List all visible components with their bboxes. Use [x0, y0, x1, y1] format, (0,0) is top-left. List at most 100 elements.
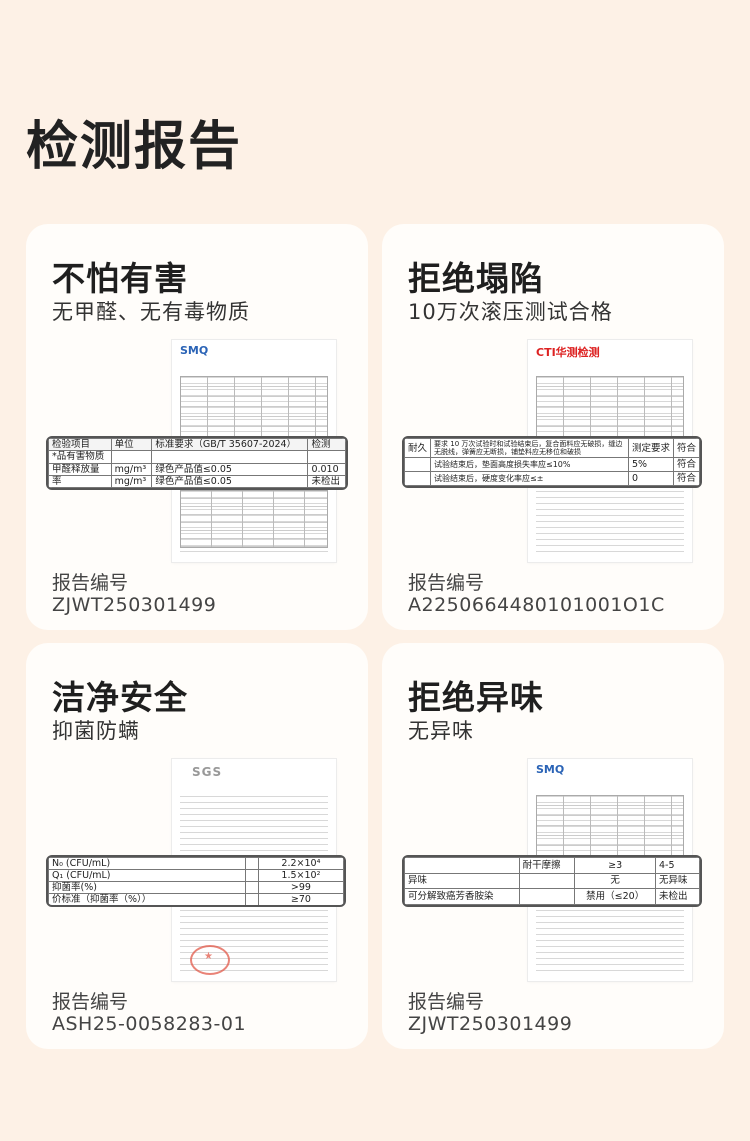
- table-row: 耐干摩擦 ≥3 4-5: [404, 857, 700, 874]
- table-cell: 符合: [672, 457, 700, 473]
- table-cell: 试验结束后，硬度变化率应≤±: [430, 471, 629, 486]
- document-table: [536, 376, 684, 438]
- table-row: 可分解致癌芳香胺染 禁用（≤20） 未检出: [404, 888, 700, 905]
- report-logo: SMQ: [536, 763, 565, 776]
- report-number: ZJWT250301499: [52, 594, 217, 616]
- table-cell: [110, 450, 153, 464]
- table-cell: 率: [48, 474, 112, 488]
- table-cell: 异味: [404, 872, 520, 890]
- card-title: 洁净安全: [52, 678, 188, 717]
- document-table: [536, 795, 684, 857]
- card-subtitle: 无异味: [408, 719, 474, 743]
- table-cell: 0.010: [307, 462, 346, 476]
- table-cell: ≥70: [257, 893, 344, 905]
- table-cell: [518, 888, 576, 905]
- table-cell: ≥3: [574, 857, 656, 874]
- table-cell: mg/m³: [110, 462, 153, 476]
- report-zoom-table: N₀ (CFU/mL) 2.2×10⁴ Q₁ (CFU/mL) 1.5×10² …: [46, 855, 346, 907]
- table-cell: 耐干摩擦: [518, 857, 576, 874]
- table-row: 试验结束后，垫面高度损失率应≤10% 5% 符合: [404, 457, 700, 473]
- report-number-label: 报告编号: [408, 991, 485, 1013]
- table-cell: 无异味: [654, 872, 700, 890]
- table-cell: [404, 471, 432, 486]
- report-logo: SGS: [192, 765, 223, 779]
- table-cell: 试验结束后，垫面高度损失率应≤10%: [430, 457, 629, 473]
- table-header-cell: 标准要求（GB/T 35607-2024）: [151, 438, 309, 452]
- table-row: Q₁ (CFU/mL) 1.5×10²: [48, 869, 344, 882]
- table-cell: 耐久: [404, 438, 432, 459]
- table-cell: [244, 857, 259, 870]
- report-logo: SMQ: [180, 344, 209, 357]
- table-cell: [404, 457, 432, 473]
- table-cell: 4-5: [654, 857, 700, 874]
- report-card-collapse: 拒绝塌陷 10万次滚压测试合格 CTI华测检测 耐久 要求 10 万次试验时和试…: [382, 224, 724, 630]
- card-subtitle: 10万次滚压测试合格: [408, 300, 613, 324]
- report-number: ZJWT250301499: [408, 1013, 573, 1035]
- report-number-label: 报告编号: [52, 991, 129, 1013]
- report-zoom-table: 耐干摩擦 ≥3 4-5 异味 无 无异味 可分解致癌芳香胺染 禁用（≤20） 未…: [402, 855, 702, 907]
- table-cell: >99: [257, 881, 344, 894]
- table-cell: 1.5×10²: [257, 869, 344, 882]
- table-cell: [244, 893, 259, 905]
- table-cell: 要求 10 万次试验时和试验结束后，复合面料应无破损，缝边无脱线，弹簧应无断损，…: [430, 438, 629, 459]
- table-cell: 测定要求: [627, 438, 674, 459]
- table-cell: 未检出: [654, 888, 700, 905]
- table-cell: [404, 857, 520, 874]
- report-logo: CTI华测检测: [536, 346, 600, 359]
- table-cell: 2.2×10⁴: [257, 857, 344, 870]
- table-header-row: 检验项目 单位 标准要求（GB/T 35607-2024） 检测: [48, 438, 346, 452]
- table-row: 率 mg/m³ 绿色产品值≤0.05 未检出: [48, 474, 346, 488]
- card-title: 拒绝塌陷: [408, 259, 544, 298]
- table-cell: 价标准（抑菌率（%））: [48, 893, 246, 905]
- document-table: [180, 376, 328, 438]
- table-cell: 0: [627, 471, 674, 486]
- card-title: 不怕有害: [52, 259, 188, 298]
- report-number-label: 报告编号: [52, 572, 129, 594]
- table-cell: [307, 450, 346, 464]
- table-cell: 抑菌率(%): [48, 881, 246, 894]
- table-cell: [518, 872, 576, 890]
- report-zoom-table: 检验项目 单位 标准要求（GB/T 35607-2024） 检测 *品有害物质 …: [46, 436, 348, 490]
- table-row: N₀ (CFU/mL) 2.2×10⁴: [48, 857, 344, 870]
- card-subtitle: 抑菌防螨: [52, 719, 140, 743]
- table-cell: 甲醛释放量: [48, 462, 112, 476]
- table-cell: Q₁ (CFU/mL): [48, 869, 246, 882]
- table-header-cell: 单位: [110, 438, 153, 452]
- table-row: 甲醛释放量 mg/m³ 绿色产品值≤0.05 0.010: [48, 462, 346, 476]
- table-cell: [244, 869, 259, 882]
- report-zoom-table: 耐久 要求 10 万次试验时和试验结束后，复合面料应无破损，缝边无脱线，弹簧应无…: [402, 436, 702, 488]
- table-row: 异味 无 无异味: [404, 872, 700, 890]
- table-cell: 可分解致癌芳香胺染: [404, 888, 520, 905]
- report-number-label: 报告编号: [408, 572, 485, 594]
- report-number: A2250664480101001O1C: [408, 594, 665, 616]
- card-subtitle: 无甲醛、无有毒物质: [52, 300, 250, 324]
- document-table-lower: [180, 490, 328, 548]
- report-card-harmful: 不怕有害 无甲醛、无有毒物质 SMQ 检验项目 单位 标准要求（GB/T 356…: [26, 224, 368, 630]
- table-row: 价标准（抑菌率（%）） ≥70: [48, 893, 344, 905]
- table-row: 抑菌率(%) >99: [48, 881, 344, 894]
- stamp-icon: [190, 945, 230, 975]
- report-number: ASH25-0058283-01: [52, 1013, 247, 1035]
- table-cell: [151, 450, 309, 464]
- table-cell: 符合: [672, 438, 700, 459]
- table-cell: 未检出: [307, 474, 346, 488]
- table-cell: 绿色产品值≤0.05: [151, 462, 309, 476]
- table-row: 试验结束后，硬度变化率应≤± 0 符合: [404, 471, 700, 486]
- table-header-cell: 检测: [307, 438, 346, 452]
- table-cell: [244, 881, 259, 894]
- table-cell: mg/m³: [110, 474, 153, 488]
- card-title: 拒绝异味: [408, 678, 544, 717]
- table-cell: *品有害物质: [48, 450, 112, 464]
- table-cell: 禁用（≤20）: [574, 888, 656, 905]
- table-row: *品有害物质: [48, 450, 346, 464]
- table-cell: N₀ (CFU/mL): [48, 857, 246, 870]
- table-header-cell: 检验项目: [48, 438, 112, 452]
- report-card-odor: 拒绝异味 无异味 SMQ 耐干摩擦 ≥3 4-5 异味 无 无异味 可分解致癌芳…: [382, 643, 724, 1049]
- table-cell: 符合: [672, 471, 700, 486]
- table-cell: 无: [574, 872, 656, 890]
- table-row: 耐久 要求 10 万次试验时和试验结束后，复合面料应无破损，缝边无脱线，弹簧应无…: [404, 438, 700, 459]
- table-cell: 5%: [627, 457, 674, 473]
- table-cell: 绿色产品值≤0.05: [151, 474, 309, 488]
- report-card-clean: 洁净安全 抑菌防螨 SGS N₀ (CFU/mL) 2.2×10⁴ Q₁ (CF…: [26, 643, 368, 1049]
- page-title: 检测报告: [26, 117, 243, 177]
